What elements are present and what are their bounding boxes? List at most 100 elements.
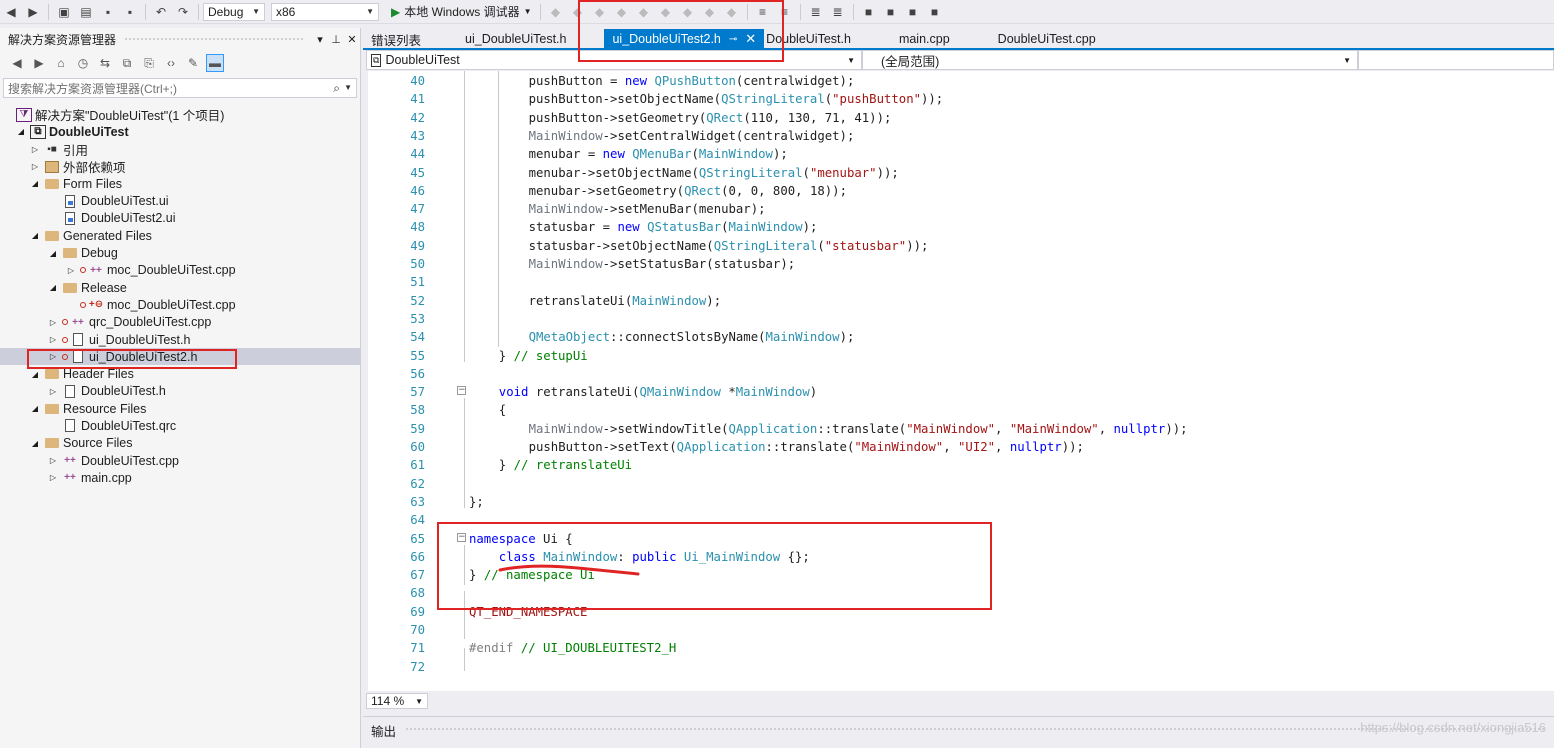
home-icon[interactable]: ⌂: [52, 54, 70, 72]
expand-icon[interactable]: ▷: [48, 473, 58, 482]
collapse-icon[interactable]: ◢: [16, 127, 26, 136]
forward-icon[interactable]: ▶: [30, 54, 48, 72]
tree-item-file[interactable]: ▷ ui_DoubleUiTest.h: [0, 331, 360, 348]
code-view-icon[interactable]: ‹›: [162, 54, 180, 72]
tree-item-debug-folder[interactable]: ◢ Debug: [0, 244, 360, 261]
comment-icon[interactable]: ≣: [808, 4, 824, 20]
drag-handle[interactable]: [124, 36, 304, 42]
member-select[interactable]: [1358, 50, 1554, 70]
code-line[interactable]: 57 void retranslateUi(QMainWindow *MainWi…: [368, 383, 1554, 401]
code-line[interactable]: 58 {: [368, 401, 1554, 419]
close-icon[interactable]: ✕: [745, 31, 756, 47]
tree-item-file[interactable]: DoubleUiTest.qrc: [0, 417, 360, 434]
code-line[interactable]: 64: [368, 511, 1554, 529]
search-icon[interactable]: ⌕: [333, 81, 340, 96]
code-line[interactable]: 56: [368, 365, 1554, 383]
code-line[interactable]: 71 #endif // UI_DOUBLEUITEST2_H: [368, 639, 1554, 657]
code-line[interactable]: 42 pushButton->setGeometry(QRect(110, 130…: [368, 109, 1554, 127]
uncomment-icon[interactable]: ≣: [830, 4, 846, 20]
save-all-icon[interactable]: ▪: [122, 4, 138, 20]
tree-item-file[interactable]: ▷ ++ qrc_DoubleUiTest.cpp: [0, 314, 360, 331]
code-line[interactable]: 49 statusbar->setObjectName(QStringLitera…: [368, 237, 1554, 255]
collapse-icon[interactable]: ◢: [30, 231, 40, 240]
code-line[interactable]: 63};: [368, 493, 1554, 511]
code-editor[interactable]: − − 40 pushButton = new QPushButton(centr…: [368, 71, 1554, 691]
show-all-files-icon[interactable]: ⎘: [140, 54, 158, 72]
code-line[interactable]: 68: [368, 584, 1554, 602]
save-icon[interactable]: ▪: [100, 4, 116, 20]
code-line[interactable]: 40 pushButton = new QPushButton(centralwi…: [368, 72, 1554, 90]
tree-item-references[interactable]: ▷ ▪■ 引用: [0, 141, 360, 158]
code-line[interactable]: 41 pushButton->setObjectName(QStringLiter…: [368, 90, 1554, 108]
expand-icon[interactable]: ▷: [48, 352, 58, 361]
code-line[interactable]: 72: [368, 658, 1554, 676]
collapse-icon[interactable]: ◢: [48, 249, 58, 258]
chevron-down-icon[interactable]: ▼: [344, 83, 352, 92]
solution-search-input[interactable]: 搜索解决方案资源管理器(Ctrl+;) ⌕ ▼: [3, 78, 357, 98]
code-line[interactable]: 45 menubar->setObjectName(QStringLiteral(…: [368, 164, 1554, 182]
debug-icon[interactable]: ◆: [548, 4, 564, 20]
pin-icon[interactable]: ⊸: [729, 34, 737, 45]
properties-icon[interactable]: ✎: [184, 54, 202, 72]
next-bookmark-icon[interactable]: ■: [905, 4, 921, 20]
tab-ui-doubleuitest-h[interactable]: ui_DoubleUiTest.h: [457, 29, 574, 49]
collapse-icon[interactable]: ◢: [48, 283, 58, 292]
new-project-icon[interactable]: ▣: [56, 4, 72, 20]
platform-select[interactable]: x86 ▼: [271, 2, 379, 21]
tree-item-resource-files[interactable]: ◢ Resource Files: [0, 400, 360, 417]
step-out-icon[interactable]: ◆: [636, 4, 652, 20]
undo-icon[interactable]: ↶: [153, 4, 169, 20]
code-line[interactable]: 69 QT_END_NAMESPACE: [368, 603, 1554, 621]
prev-bookmark-icon[interactable]: ■: [883, 4, 899, 20]
history-icon[interactable]: ◷: [74, 54, 92, 72]
expand-icon[interactable]: ▷: [30, 145, 40, 154]
tree-item-header-files[interactable]: ◢ Header Files: [0, 365, 360, 382]
expand-icon[interactable]: ▷: [48, 456, 58, 465]
thread-icon[interactable]: ◆: [680, 4, 696, 20]
breakpoint-icon[interactable]: ◆: [658, 4, 674, 20]
zoom-select[interactable]: 114 % ▼: [366, 693, 428, 709]
tree-item-project[interactable]: ◢ ⧉ DoubleUiTest: [0, 123, 360, 140]
tree-item-external-deps[interactable]: ▷ 外部依赖项: [0, 158, 360, 175]
code-line[interactable]: 54 QMetaObject::connectSlotsByName(MainWi…: [368, 328, 1554, 346]
code-line[interactable]: 62: [368, 475, 1554, 493]
expand-icon[interactable]: ▷: [48, 318, 58, 327]
code-line[interactable]: 70: [368, 621, 1554, 639]
code-line[interactable]: 50 MainWindow->setStatusBar(statusbar);: [368, 255, 1554, 273]
global-scope-select[interactable]: (全局范围) ▼: [862, 50, 1358, 70]
expand-icon[interactable]: ▷: [48, 335, 58, 344]
redo-icon[interactable]: ↷: [175, 4, 191, 20]
code-line[interactable]: 44 menubar = new QMenuBar(MainWindow);: [368, 145, 1554, 163]
expand-icon[interactable]: ▷: [30, 162, 40, 171]
code-line[interactable]: 51: [368, 273, 1554, 291]
bookmark-icon[interactable]: ■: [861, 4, 877, 20]
step-icon[interactable]: ◆: [570, 4, 586, 20]
tree-item-file[interactable]: ▷ DoubleUiTest.h: [0, 383, 360, 400]
dropdown-icon[interactable]: ▾: [312, 33, 328, 46]
tree-item-file[interactable]: ▷ ++ DoubleUiTest.cpp: [0, 452, 360, 469]
code-line[interactable]: 65 namespace Ui {: [368, 530, 1554, 548]
code-line[interactable]: 61} // retranslateUi: [368, 456, 1554, 474]
format-icon[interactable]: ≡: [755, 4, 771, 20]
tree-item-file[interactable]: ▷ ++ moc_DoubleUiTest.cpp: [0, 262, 360, 279]
tree-item-form-files[interactable]: ◢ Form Files: [0, 175, 360, 192]
collapse-icon[interactable]: ◢: [30, 370, 40, 379]
collapse-icon[interactable]: ◢: [30, 179, 40, 188]
code-line[interactable]: 53: [368, 310, 1554, 328]
code-line[interactable]: 48 statusbar = new QStatusBar(MainWindow)…: [368, 218, 1554, 236]
tab-doubleuitest-h[interactable]: DoubleUiTest.h: [764, 29, 859, 49]
tree-item-file[interactable]: DoubleUiTest.ui: [0, 192, 360, 209]
tree-item-generated-files[interactable]: ◢ Generated Files: [0, 227, 360, 244]
expand-icon[interactable]: ▷: [48, 387, 58, 396]
open-file-icon[interactable]: ▤: [78, 4, 94, 20]
code-line[interactable]: 59 MainWindow->setWindowTitle(QApplicatio…: [368, 420, 1554, 438]
code-line[interactable]: 46 menubar->setGeometry(QRect(0, 0, 800, …: [368, 182, 1554, 200]
preview-icon[interactable]: ▬: [206, 54, 224, 72]
collapse-icon[interactable]: ◢: [30, 404, 40, 413]
code-line[interactable]: 52 retranslateUi(MainWindow);: [368, 292, 1554, 310]
clear-bookmarks-icon[interactable]: ■: [927, 4, 943, 20]
step-into-icon[interactable]: ◆: [592, 4, 608, 20]
code-line[interactable]: 43 MainWindow->setCentralWidget(centralwi…: [368, 127, 1554, 145]
tree-item-source-files[interactable]: ◢ Source Files: [0, 435, 360, 452]
collapse-icon[interactable]: ◢: [30, 439, 40, 448]
